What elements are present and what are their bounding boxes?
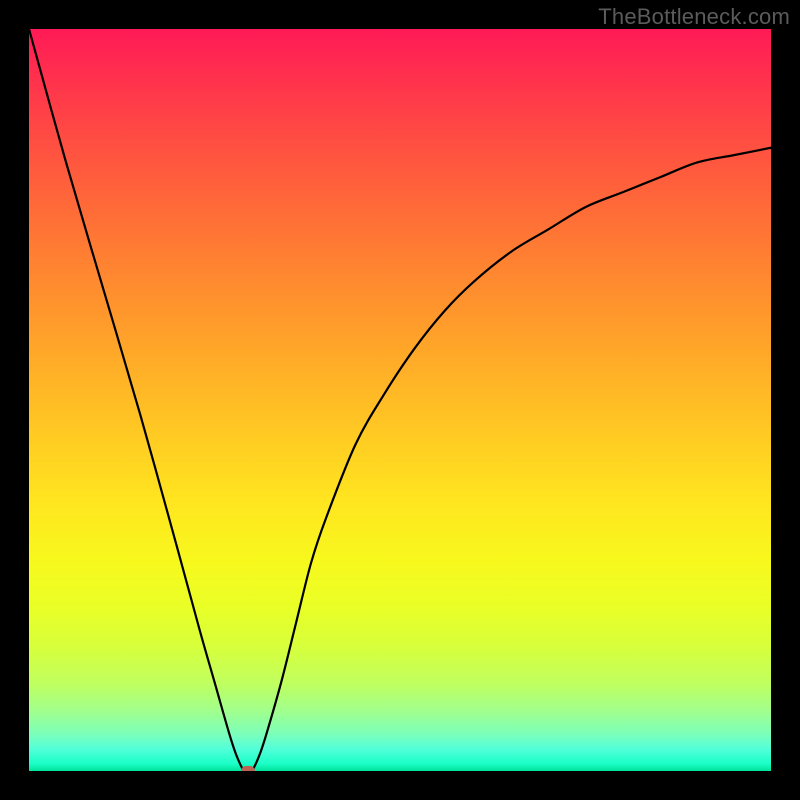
bottleneck-curve: [29, 29, 771, 771]
chart-frame: TheBottleneck.com: [0, 0, 800, 800]
plot-area: [29, 29, 771, 771]
watermark-text: TheBottleneck.com: [598, 4, 790, 30]
minimum-marker: [241, 766, 255, 771]
